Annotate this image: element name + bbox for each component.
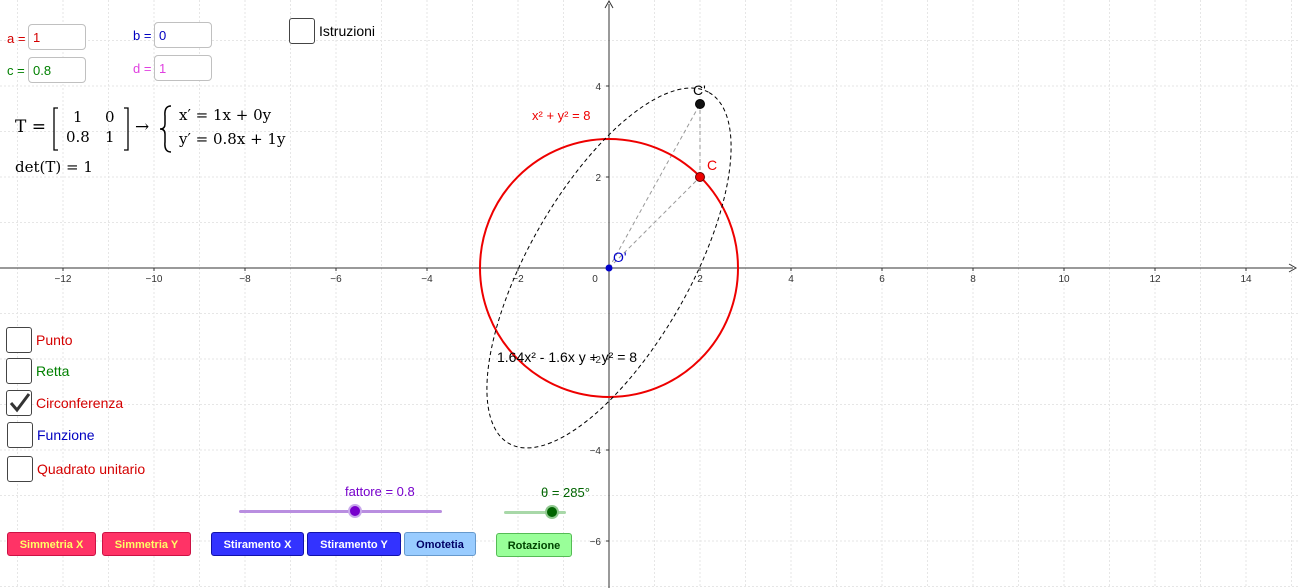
input-a-field[interactable]: 1 (28, 24, 86, 50)
check-icon (9, 393, 31, 413)
x-tick-label: −6 (330, 274, 342, 285)
y-tick-label: 2 (595, 173, 601, 184)
input-d-field[interactable]: 1 (154, 55, 212, 81)
omotetia-button[interactable]: Omotetia (404, 532, 476, 556)
slider-fattore-label: fattore = 0.8 (345, 484, 415, 499)
slider-fattore-track[interactable] (239, 510, 442, 513)
stiramento-x-button[interactable]: Stiramento X (211, 532, 304, 556)
matrix-m12: 0 (105, 108, 115, 126)
input-d-label: d = (133, 61, 152, 76)
circle-label: x² + y² = 8 (532, 108, 591, 123)
axes (0, 0, 1298, 588)
x-tick-label: 12 (1149, 274, 1161, 285)
x-tick-label: 0 (592, 274, 598, 285)
input-b-field[interactable]: 0 (154, 22, 212, 48)
checkbox-retta-label: Retta (36, 363, 70, 379)
instructions-checkbox[interactable] (289, 18, 315, 44)
y-tick-label: 4 (595, 82, 601, 93)
input-c-field[interactable]: 0.8 (28, 57, 86, 83)
x-tick-label: 10 (1058, 274, 1070, 285)
matrix-brackets (53, 107, 129, 151)
slider-fattore-handle[interactable] (348, 504, 362, 518)
simmetria-y-button[interactable]: Simmetria Y (102, 532, 191, 556)
point-O-label: O' (613, 249, 627, 265)
slider-theta-label: θ = 285° (541, 485, 590, 500)
y-tick-label: −4 (590, 446, 602, 457)
x-tick-label: 8 (970, 274, 976, 285)
checkbox-punto[interactable] (6, 327, 32, 353)
equation-y: y′ = 0.8x + 1y (179, 130, 286, 148)
matrix-m21: 0.8 (66, 128, 90, 146)
matrix-m11: 1 (73, 108, 83, 126)
x-tick-label: 14 (1240, 274, 1252, 285)
x-tick-label: −10 (146, 274, 163, 285)
input-a-label: a = (7, 31, 26, 46)
checkbox-circonferenza-label: Circonferenza (36, 395, 124, 411)
point-O[interactable] (605, 264, 613, 272)
ellipse-label: 1.64x² - 1.6x y + y² = 8 (497, 349, 637, 365)
matrix-m22: 1 (105, 128, 115, 146)
grid (0, 0, 1299, 588)
checkbox-retta[interactable] (6, 358, 32, 384)
point-C[interactable] (695, 172, 705, 182)
x-tick-label: −12 (55, 274, 72, 285)
checkbox-quadrato-label: Quadrato unitario (37, 461, 146, 477)
matrix-arrow: → (135, 117, 150, 137)
input-b-label: b = (133, 28, 152, 43)
point-C-label: C (707, 157, 717, 173)
checkbox-circonferenza[interactable] (6, 390, 32, 416)
x-tick-label: 2 (697, 274, 703, 285)
rotazione-button[interactable]: Rotazione (496, 533, 572, 557)
instructions-label: Istruzioni (319, 23, 376, 39)
x-tick-label: −4 (421, 274, 433, 285)
x-tick-label: 6 (879, 274, 885, 285)
point-Cprime-label: C' (693, 82, 706, 98)
checkbox-funzione-label: Funzione (37, 427, 95, 443)
x-tick-label: 4 (788, 274, 794, 285)
checkbox-punto-label: Punto (36, 332, 73, 348)
slider-theta-handle[interactable] (545, 505, 559, 519)
checkbox-funzione[interactable] (7, 422, 33, 448)
y-tick-label: −6 (590, 537, 602, 548)
equation-x: x′ = 1x + 0y (179, 106, 272, 124)
input-c-label: c = (7, 63, 25, 78)
matrix-lhs: T = (15, 117, 46, 137)
x-tick-label: −8 (239, 274, 251, 285)
simmetria-x-button[interactable]: Simmetria X (7, 532, 96, 556)
determinant: det(T) = 1 (15, 158, 93, 176)
point-Cprime[interactable] (695, 99, 705, 109)
checkbox-quadrato[interactable] (7, 456, 33, 482)
graph-view[interactable]: −12 −10 −8 −6 −4 −2 0 2 4 6 8 10 12 14 42−2−4−6 x² + … (0, 0, 1299, 588)
stiramento-y-button[interactable]: Stiramento Y (307, 532, 401, 556)
system-brace (159, 105, 172, 153)
